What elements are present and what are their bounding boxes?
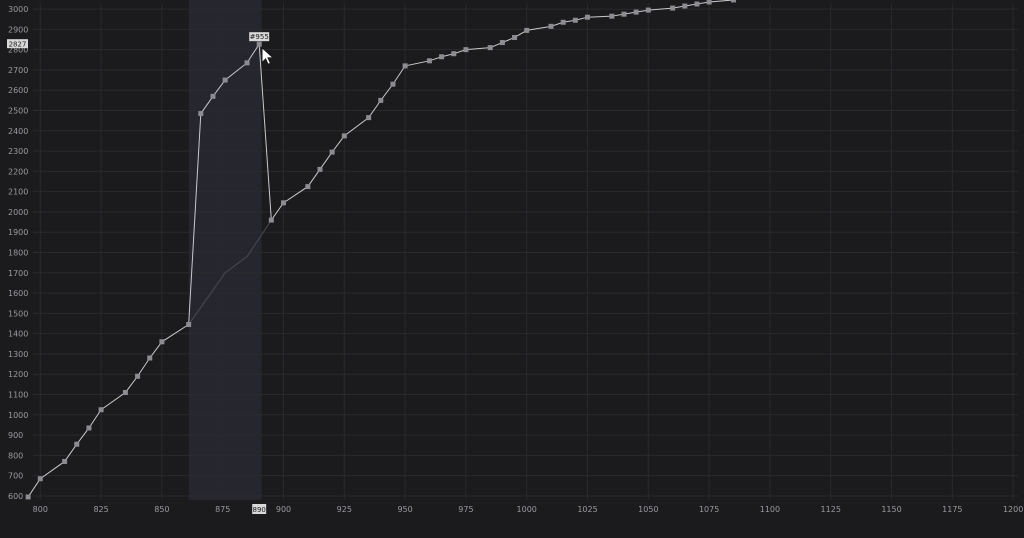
x-tick-label: 1175 (942, 505, 962, 514)
y-tick-label: 2400 (8, 127, 28, 136)
data-point[interactable] (463, 47, 469, 53)
data-point[interactable] (244, 60, 250, 66)
y-readout-value: 2827 (9, 41, 27, 49)
data-point[interactable] (98, 407, 104, 413)
data-point[interactable] (135, 373, 141, 379)
x-tick-label: 1200 (1003, 505, 1023, 514)
data-point[interactable] (390, 81, 396, 87)
data-point[interactable] (256, 41, 262, 47)
data-point[interactable] (706, 0, 712, 5)
y-tick-label: 1400 (8, 330, 28, 339)
data-point[interactable] (74, 441, 80, 447)
x-tick-label: 1050 (638, 505, 658, 514)
y-tick-label: 2700 (8, 66, 28, 75)
series-line (27, 0, 734, 498)
data-point[interactable] (548, 23, 554, 29)
chart-panel[interactable]: 600 700 800 900 1000 1100 1200 1300 1400 1500 1600… (0, 0, 1024, 538)
data-point[interactable] (366, 115, 372, 121)
x-tick-label: 800 (33, 505, 48, 514)
y-tick-label: 1700 (8, 269, 28, 278)
y-tick-label: 2000 (8, 208, 28, 217)
data-point[interactable] (487, 45, 493, 51)
y-tick-label: 1100 (8, 391, 28, 400)
y-tick-label: 3000 (8, 5, 28, 14)
data-point[interactable] (609, 13, 615, 19)
data-point[interactable] (512, 34, 518, 40)
data-point[interactable] (730, 0, 736, 3)
data-point[interactable] (281, 200, 287, 206)
data-point[interactable] (25, 494, 31, 500)
x-tick-label: 925 (337, 505, 352, 514)
data-point[interactable] (426, 58, 432, 64)
data-point[interactable] (62, 458, 68, 464)
x-tick-label: 850 (154, 505, 169, 514)
data-point[interactable] (329, 149, 335, 155)
data-point[interactable] (402, 63, 408, 69)
x-tick-label: 825 (93, 505, 108, 514)
data-point[interactable] (694, 1, 700, 7)
mouse-cursor-icon (261, 47, 274, 65)
data-point[interactable] (499, 40, 505, 46)
data-point[interactable] (186, 322, 192, 328)
x-tick-label: 1100 (760, 505, 780, 514)
data-point[interactable] (37, 476, 43, 482)
data-point[interactable] (585, 14, 591, 20)
data-point[interactable] (222, 77, 228, 83)
data-point[interactable] (159, 339, 165, 345)
x-readout-value: 890 (252, 506, 265, 514)
line-chart[interactable]: 600 700 800 900 1000 1100 1200 1300 1400 1500 1600… (0, 0, 1024, 538)
x-tick-label: 1075 (699, 505, 719, 514)
y-tick-label: 2900 (8, 25, 28, 34)
y-tick-label: 700 (8, 472, 23, 481)
y-tick-label: 1900 (8, 228, 28, 237)
y-tick-label: 600 (8, 492, 23, 501)
data-point[interactable] (122, 389, 128, 395)
y-tick-label: 900 (8, 431, 23, 440)
data-point[interactable] (341, 133, 347, 139)
x-tick-label: 1000 (517, 505, 537, 514)
data-point[interactable] (378, 97, 384, 103)
data-point[interactable] (621, 11, 627, 17)
data-point[interactable] (645, 7, 651, 13)
data-point[interactable] (670, 5, 676, 11)
highlight-band (188, 0, 262, 500)
y-tick-label: 1500 (8, 309, 28, 318)
y-tick-label: 2300 (8, 147, 28, 156)
y-tick-label: 2100 (8, 188, 28, 197)
y-tick-label: 2200 (8, 167, 28, 176)
x-tick-label: 950 (397, 505, 412, 514)
y-tick-label: 1800 (8, 249, 28, 258)
data-point[interactable] (572, 17, 578, 23)
y-tick-label: 1300 (8, 350, 28, 359)
point-label-value: #955 (250, 33, 269, 41)
data-point[interactable] (268, 217, 274, 223)
data-point[interactable] (524, 27, 530, 33)
y-tick-label: 1000 (8, 411, 28, 420)
data-point[interactable] (198, 111, 204, 117)
data-point[interactable] (451, 51, 457, 57)
data-point[interactable] (317, 166, 323, 172)
y-tick-label: 2500 (8, 107, 28, 116)
data-point[interactable] (682, 3, 688, 9)
y-tick-label: 1200 (8, 370, 28, 379)
data-point[interactable] (633, 9, 639, 15)
x-tick-label: 975 (458, 505, 473, 514)
data-point[interactable] (560, 19, 566, 25)
x-tick-label: 875 (215, 505, 230, 514)
x-tick-label: 1025 (577, 505, 597, 514)
x-tick-label: 1150 (881, 505, 901, 514)
y-tick-label: 1600 (8, 289, 28, 298)
data-point[interactable] (305, 184, 311, 190)
y-tick-label: 800 (8, 451, 23, 460)
x-tick-label: 1125 (821, 505, 841, 514)
x-tick-label: 900 (276, 505, 291, 514)
data-point[interactable] (86, 425, 92, 431)
data-point[interactable] (147, 355, 153, 361)
data-point[interactable] (210, 93, 216, 99)
data-point[interactable] (439, 54, 445, 60)
y-tick-label: 2600 (8, 86, 28, 95)
